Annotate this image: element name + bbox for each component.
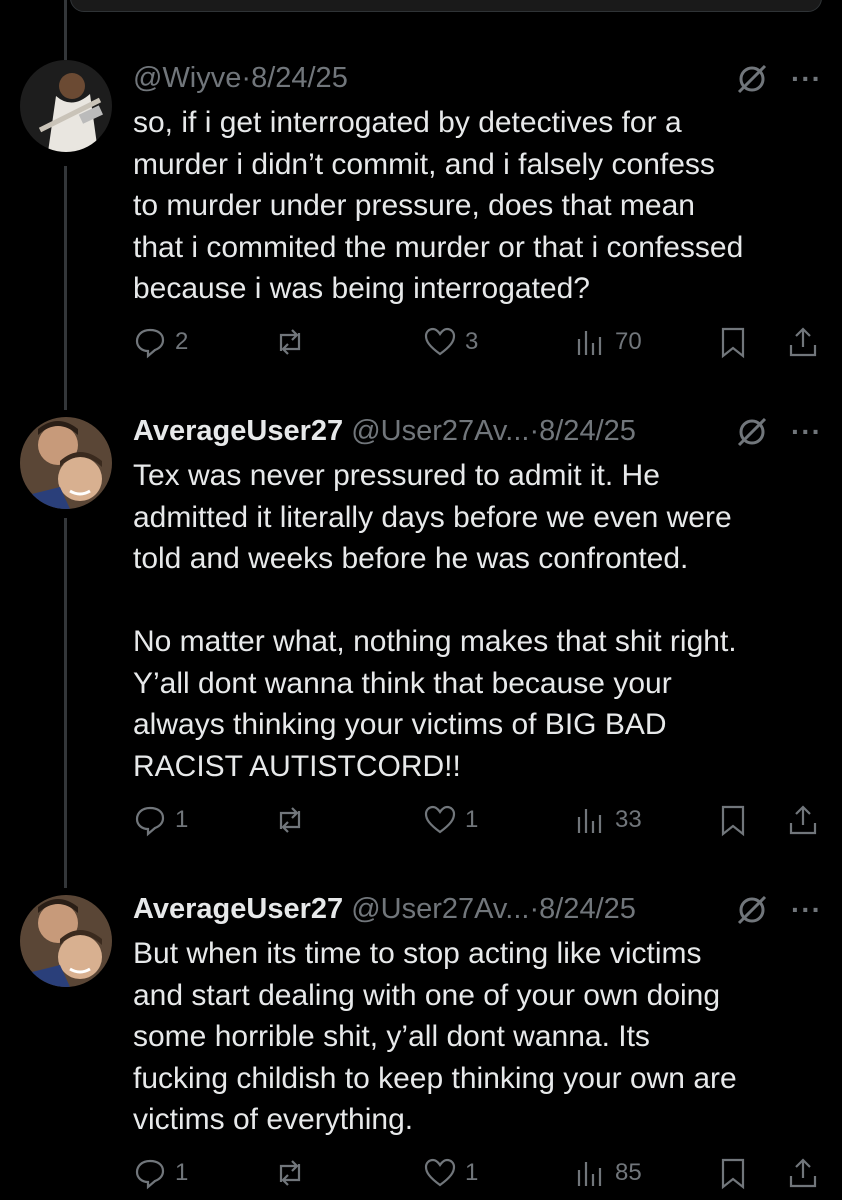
tweet-text-line: No matter what, nothing makes that shit … bbox=[133, 625, 737, 658]
views-button[interactable]: 70 bbox=[573, 325, 642, 359]
share-icon bbox=[789, 1158, 817, 1188]
share-icon bbox=[789, 327, 817, 357]
view-count: 33 bbox=[615, 806, 642, 833]
reply-button[interactable]: 1 bbox=[133, 803, 188, 837]
tweet-text-line: to murder under pressure, does that mean bbox=[133, 189, 695, 222]
tweet-text: so, if i get interrogated by detectives … bbox=[133, 102, 822, 310]
separator: · bbox=[241, 62, 252, 94]
grok-icon[interactable] bbox=[735, 62, 769, 96]
view-count: 85 bbox=[615, 1159, 642, 1186]
bookmark-button[interactable] bbox=[716, 325, 750, 359]
reply-icon bbox=[135, 328, 165, 359]
views-icon bbox=[577, 331, 602, 355]
action-bar: 2 3 70 bbox=[133, 325, 822, 369]
views-icon bbox=[577, 809, 602, 833]
grok-icon[interactable] bbox=[735, 893, 769, 927]
heart-icon bbox=[424, 1158, 456, 1187]
tweet-text-line: Y’all dont wanna think that because your bbox=[133, 666, 672, 700]
views-button[interactable]: 33 bbox=[573, 803, 642, 837]
heart-icon bbox=[424, 805, 456, 834]
bookmark-icon bbox=[721, 327, 745, 359]
tweet-header: @Wiyve·8/24/25 ··· bbox=[133, 60, 822, 104]
reply-button[interactable]: 1 bbox=[133, 1156, 188, 1190]
thread-line bbox=[64, 166, 67, 410]
handle[interactable]: @User27Av... bbox=[351, 415, 529, 447]
like-count: 1 bbox=[465, 806, 479, 833]
more-icon[interactable]: ··· bbox=[791, 418, 822, 446]
more-icon[interactable]: ··· bbox=[791, 65, 822, 93]
tweet-text-line: fucking childish to keep thinking your o… bbox=[133, 1061, 737, 1095]
like-button[interactable]: 1 bbox=[423, 803, 478, 837]
views-icon bbox=[577, 1162, 602, 1186]
repost-icon bbox=[279, 807, 301, 833]
reply-button[interactable]: 2 bbox=[133, 325, 188, 359]
grok-icon[interactable] bbox=[735, 415, 769, 449]
tweet-text-line: murder i didn’t commit, and i falsely co… bbox=[133, 147, 715, 181]
tweet-text-line: But when its time to stop acting like vi… bbox=[133, 937, 702, 970]
avatar[interactable] bbox=[20, 417, 112, 509]
separator: · bbox=[529, 415, 540, 447]
more-icon[interactable]: ··· bbox=[791, 896, 822, 924]
previous-post-card bbox=[70, 0, 822, 12]
bookmark-icon bbox=[721, 1158, 745, 1190]
like-count: 1 bbox=[465, 1159, 479, 1186]
repost-button[interactable] bbox=[273, 803, 315, 837]
avatar[interactable] bbox=[20, 60, 112, 152]
tweet-header: AverageUser27 @User27Av...·8/24/25 ··· bbox=[133, 413, 822, 457]
repost-icon bbox=[279, 329, 301, 355]
views-button[interactable]: 85 bbox=[573, 1156, 642, 1190]
tweet-header: AverageUser27 @User27Av...·8/24/25 ··· bbox=[133, 891, 822, 935]
bookmark-button[interactable] bbox=[716, 1156, 750, 1190]
tweet-text-line: some horrible shit, y’all dont wanna. It… bbox=[133, 1020, 650, 1053]
tweet-text-line: Tex was never pressured to admit it. He bbox=[133, 459, 660, 492]
action-bar: 1 1 85 bbox=[133, 1156, 822, 1200]
thread-line bbox=[64, 518, 67, 888]
share-button[interactable] bbox=[786, 325, 820, 359]
share-button[interactable] bbox=[786, 1156, 820, 1190]
timestamp[interactable]: 8/24/25 bbox=[251, 62, 348, 94]
share-button[interactable] bbox=[786, 803, 820, 837]
action-bar: 1 1 33 bbox=[133, 803, 822, 847]
timestamp[interactable]: 8/24/25 bbox=[539, 893, 636, 925]
display-name[interactable]: AverageUser27 bbox=[133, 893, 343, 925]
repost-button[interactable] bbox=[273, 325, 315, 359]
thread-line bbox=[64, 0, 67, 60]
display-name[interactable]: AverageUser27 bbox=[133, 415, 343, 447]
tweet-text: Tex was never pressured to admit it. He … bbox=[133, 455, 822, 787]
reply-icon bbox=[135, 806, 165, 837]
tweet-text-line: told and weeks before he was confronted. bbox=[133, 542, 689, 575]
separator: · bbox=[529, 893, 540, 925]
tweet-text-line: RACIST AUTISTCORD!! bbox=[133, 749, 461, 783]
tweet-text-line: that i commited the murder or that i con… bbox=[133, 230, 744, 264]
tweet-text-line: and start dealing with one of your own d… bbox=[133, 978, 721, 1012]
bookmark-button[interactable] bbox=[716, 803, 750, 837]
tweet-text-line: so, if i get interrogated by detectives … bbox=[133, 106, 682, 139]
handle[interactable]: @Wiyve bbox=[133, 62, 241, 94]
like-button[interactable]: 3 bbox=[423, 325, 478, 359]
repost-icon bbox=[279, 1160, 301, 1186]
reply-count: 2 bbox=[175, 328, 189, 355]
reply-count: 1 bbox=[175, 806, 189, 833]
share-icon bbox=[789, 805, 817, 835]
handle[interactable]: @User27Av... bbox=[351, 893, 529, 925]
tweet-text-line: always thinking your victims of BIG BAD bbox=[133, 708, 667, 741]
like-count: 3 bbox=[465, 328, 479, 355]
view-count: 70 bbox=[615, 328, 642, 355]
reply-count: 1 bbox=[175, 1159, 189, 1186]
tweet-text-line: victims of everything. bbox=[133, 1103, 414, 1136]
timestamp[interactable]: 8/24/25 bbox=[539, 415, 636, 447]
heart-icon bbox=[424, 327, 456, 356]
bookmark-icon bbox=[721, 805, 745, 837]
tweet-text-line: admitted it literally days before we eve… bbox=[133, 500, 732, 534]
tweet-text-line: because i was being interrogated? bbox=[133, 272, 590, 305]
tweet-text: But when its time to stop acting like vi… bbox=[133, 933, 822, 1141]
repost-button[interactable] bbox=[273, 1156, 315, 1190]
avatar[interactable] bbox=[20, 895, 112, 987]
like-button[interactable]: 1 bbox=[423, 1156, 478, 1190]
reply-icon bbox=[135, 1159, 165, 1190]
